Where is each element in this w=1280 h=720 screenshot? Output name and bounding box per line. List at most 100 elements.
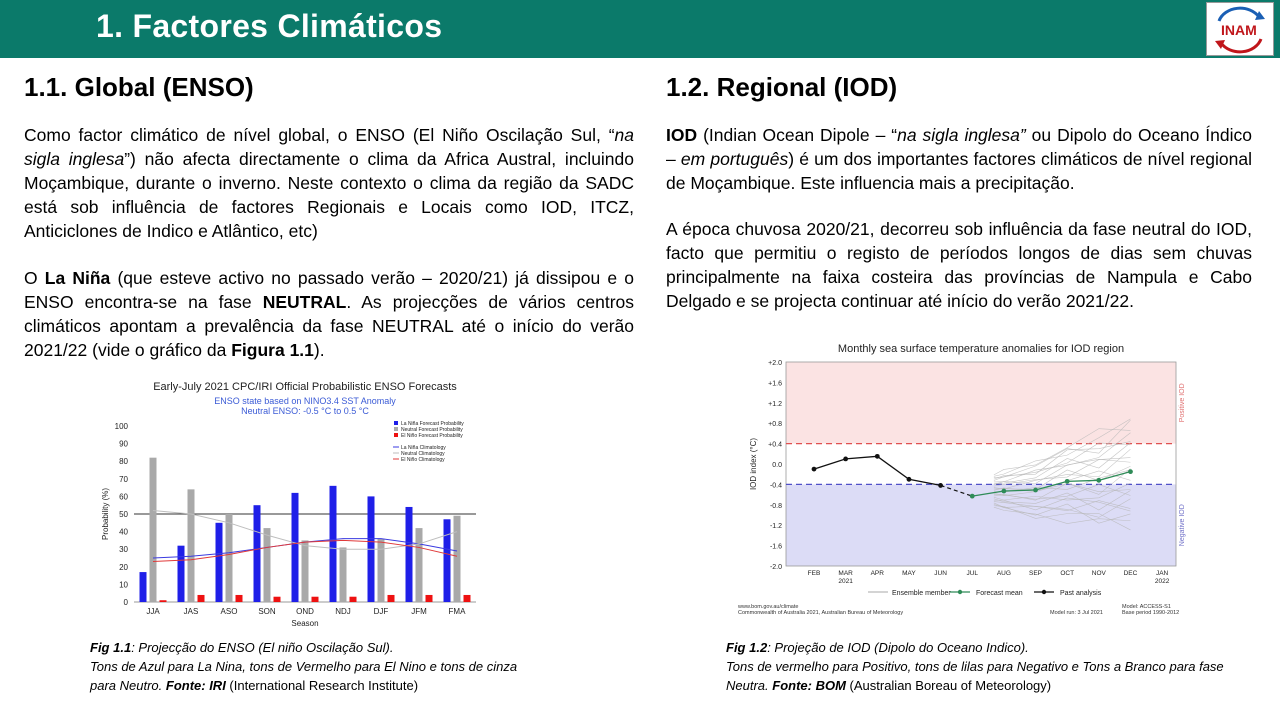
paragraph-iod-2: A época chuvosa 2020/21, decorreu sob in… <box>666 219 1252 311</box>
bar <box>329 485 337 602</box>
x-tick-label: NOV <box>1092 570 1107 577</box>
legend-label: Ensemble member <box>892 590 951 597</box>
x-tick-label: JJA <box>146 607 160 616</box>
y-tick-label: -1.2 <box>770 523 782 530</box>
bar <box>425 594 433 602</box>
x-tick-label: DEC <box>1124 570 1138 577</box>
caption-text: (International Research Institute) <box>225 678 419 693</box>
forecast-mean-point <box>969 493 975 499</box>
paragraph-enso-1: Como factor climático de nível global, o… <box>24 123 634 243</box>
x-tick-label: FMA <box>449 607 467 616</box>
legend-swatch <box>394 427 398 431</box>
past-analysis-line <box>813 455 941 487</box>
bar <box>463 594 471 602</box>
past-analysis-point <box>874 453 880 459</box>
bar <box>235 594 243 602</box>
paragraph-enso-2: O La Niña (que esteve activo no passado … <box>24 266 634 362</box>
x-tick-label: DJF <box>374 607 389 616</box>
x-tick-label: JAN <box>1156 570 1169 577</box>
x-tick-label: MAY <box>902 570 916 577</box>
forecast-mean-point <box>1001 488 1007 494</box>
text-span: ). <box>313 340 325 360</box>
x-tick-label: JUN <box>934 570 947 577</box>
forecast-mean-point <box>1064 478 1070 484</box>
past-analysis-point <box>811 466 817 472</box>
bar <box>197 594 205 602</box>
negative-iod-zone <box>786 484 1176 566</box>
footer-text: Base period 1990-2012 <box>1122 610 1179 616</box>
bar <box>443 519 451 602</box>
legend-marker <box>957 589 963 595</box>
bar <box>225 514 233 602</box>
y-tick-label: 70 <box>119 475 128 484</box>
y-tick-label: 10 <box>119 580 128 589</box>
legend-swatch <box>394 421 398 425</box>
text-bold: NEUTRAL <box>262 292 347 312</box>
y-tick-label: 90 <box>119 440 128 449</box>
y-axis-label: Probability (%) <box>101 488 110 540</box>
positive-iod-zone <box>786 362 1176 444</box>
forecast-mean-point <box>1096 477 1102 483</box>
legend-label: El Niño Climatology <box>401 457 445 463</box>
forecast-mean-point <box>1128 469 1133 475</box>
past-analysis-point <box>843 456 849 462</box>
x-axis-label: Season <box>291 619 318 628</box>
y-tick-label: 50 <box>119 510 128 519</box>
y-tick-label: -1.6 <box>770 544 782 551</box>
bar <box>349 596 357 602</box>
y-tick-label: 80 <box>119 457 128 466</box>
chart-title: Early-July 2021 CPC/IRI Official Probabi… <box>153 381 457 393</box>
y-tick-label: +0.8 <box>768 421 782 428</box>
y-tick-label: 0 <box>124 598 129 607</box>
x-tick-label: OND <box>296 607 314 616</box>
logo-text: INAM <box>1221 22 1257 38</box>
text-em: na sigla inglesa” <box>897 125 1026 145</box>
y-tick-label: +1.2 <box>768 401 782 408</box>
negative-iod-label: Negative IOD <box>1179 504 1186 546</box>
x-tick-label: JFM <box>411 607 427 616</box>
y-tick-label: 100 <box>115 422 129 431</box>
x-tick-label: OCT <box>1060 570 1074 577</box>
x-tick-label: MAR <box>838 570 853 577</box>
y-tick-label: +0.4 <box>768 442 782 449</box>
x-tick-sublabel: 2021 <box>838 578 853 585</box>
heading-regional-iod: 1.2. Regional (IOD) <box>666 72 898 102</box>
y-tick-label: +2.0 <box>768 360 782 367</box>
y-tick-label: 0.0 <box>772 462 782 469</box>
chart-subtitle: ENSO state based on NINO3.4 SST Anomaly <box>214 396 396 406</box>
bar <box>159 600 167 602</box>
bar <box>387 594 395 602</box>
caption-text: : Projeção de IOD (Dipolo do Oceano Indi… <box>767 640 1029 655</box>
bar <box>177 545 185 602</box>
positive-iod-label: Positive IOD <box>1179 383 1186 422</box>
x-tick-label: JUL <box>966 570 978 577</box>
ensemble-member-line <box>993 459 1131 486</box>
caption-fig-1-1: Fig 1.1: Projecção do ENSO (El niño Osci… <box>90 638 540 695</box>
forecast-mean-point <box>1033 487 1038 493</box>
caption-label: Fig 1.2 <box>726 640 768 655</box>
text-bold: La Niña <box>44 268 111 288</box>
x-tick-label: JAS <box>184 607 199 616</box>
caption-source: Fonte: IRI <box>165 678 226 693</box>
inam-logo: INAM <box>1206 2 1274 56</box>
heading-global-enso: 1.1. Global (ENSO) <box>24 72 254 102</box>
bar <box>263 528 271 602</box>
bar <box>339 547 347 602</box>
text-span: (Indian Ocean Dipole – “ <box>697 125 898 145</box>
bar <box>253 505 261 602</box>
y-tick-label: -0.4 <box>770 482 782 489</box>
text-bold: IOD <box>666 125 698 145</box>
enso-forecast-chart: Early-July 2021 CPC/IRI Official Probabi… <box>101 381 476 628</box>
y-tick-label: 20 <box>119 563 128 572</box>
caption-label: Fig 1.1 <box>90 640 132 655</box>
bar <box>187 489 195 602</box>
bar <box>453 515 461 602</box>
text-span: Como factor climático de nível global, o… <box>24 125 615 145</box>
x-tick-label: FEB <box>808 570 821 577</box>
legend-marker <box>1041 589 1047 595</box>
bar <box>139 572 147 602</box>
footer-text: Model run: 3 Jul 2021 <box>1050 610 1103 616</box>
footer-text: Commonwealth of Australia 2021, Australi… <box>738 610 903 616</box>
past-analysis-point <box>906 476 912 482</box>
legend-label: El Niño Forecast Probability <box>401 433 463 439</box>
